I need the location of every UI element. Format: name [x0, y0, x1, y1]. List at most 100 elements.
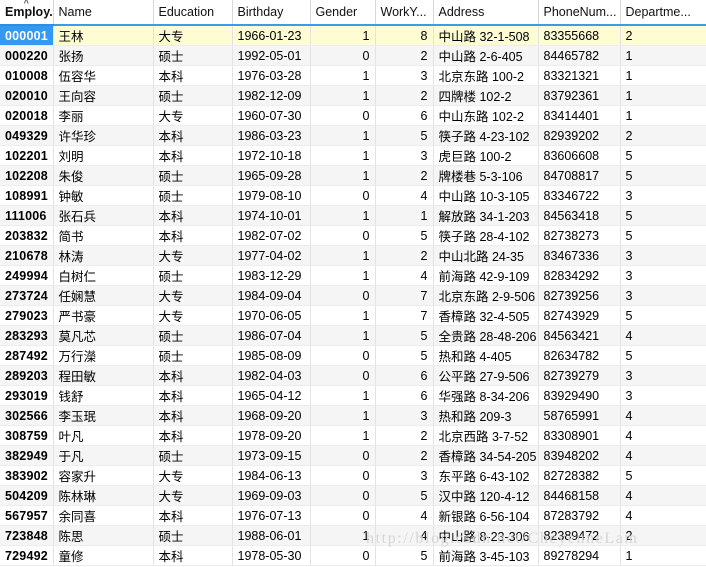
cell-employee_id[interactable]: 102201	[0, 145, 54, 166]
cell-gender[interactable]: 1	[310, 125, 376, 146]
cell-employee_id[interactable]: 302566	[0, 405, 54, 426]
cell-employee_id[interactable]: 203832	[0, 225, 54, 246]
cell-phone[interactable]: 82739256	[538, 285, 621, 306]
cell-department[interactable]: 5	[620, 305, 706, 326]
cell-phone[interactable]: 83606608	[538, 145, 621, 166]
cell-employee_id[interactable]: 000220	[0, 45, 54, 66]
table-row[interactable]: 102201 刘明 本科 1972-10-18 1 3 虎巨路 100-2 83606608 5	[0, 145, 706, 166]
data-grid[interactable]: ^Employ... Name Education Birthday Gender Wor…	[0, 0, 706, 567]
cell-birthday[interactable]: 1966-01-23	[232, 25, 311, 46]
cell-gender[interactable]: 1	[310, 205, 376, 226]
cell-name[interactable]: 叶凡	[53, 425, 154, 446]
cell-workyear[interactable]: 3	[375, 65, 434, 86]
cell-gender[interactable]: 1	[310, 325, 376, 346]
cell-workyear[interactable]: 2	[375, 445, 434, 466]
cell-birthday[interactable]: 1983-12-29	[232, 265, 311, 286]
cell-address[interactable]: 北京东路 2-9-506	[433, 285, 539, 306]
cell-phone[interactable]: 82743929	[538, 305, 621, 326]
table-row[interactable]: 203832 简书 本科 1982-07-02 0 5 筷子路 28-4-102 827382…	[0, 225, 706, 246]
cell-workyear[interactable]: 5	[375, 485, 434, 506]
cell-phone[interactable]: 82389472	[538, 525, 621, 546]
cell-employee_id[interactable]: 382949	[0, 445, 54, 466]
cell-department[interactable]: 3	[620, 365, 706, 386]
cell-birthday[interactable]: 1973-09-15	[232, 445, 311, 466]
cell-birthday[interactable]: 1992-05-01	[232, 45, 311, 66]
cell-department[interactable]: 4	[620, 485, 706, 506]
cell-workyear[interactable]: 6	[375, 385, 434, 406]
cell-address[interactable]: 中山路 10-3-105	[433, 185, 539, 206]
cell-education[interactable]: 硕士	[153, 185, 233, 206]
cell-birthday[interactable]: 1986-03-23	[232, 125, 311, 146]
table-row[interactable]: 723848 陈思 硕士 1988-06-01 1 4 中山路 8-23-306 823894…	[0, 525, 706, 546]
cell-phone[interactable]: 84563421	[538, 325, 621, 346]
cell-workyear[interactable]: 1	[375, 205, 434, 226]
cell-phone[interactable]: 84468158	[538, 485, 621, 506]
cell-birthday[interactable]: 1978-05-30	[232, 545, 311, 566]
cell-address[interactable]: 热和路 4-405	[433, 345, 539, 366]
cell-gender[interactable]: 1	[310, 385, 376, 406]
cell-department[interactable]: 1	[620, 45, 706, 66]
cell-workyear[interactable]: 4	[375, 525, 434, 546]
cell-gender[interactable]: 1	[310, 425, 376, 446]
cell-phone[interactable]: 89278294	[538, 545, 621, 566]
cell-education[interactable]: 硕士	[153, 45, 233, 66]
cell-department[interactable]: 4	[620, 405, 706, 426]
cell-employee_id[interactable]: 308759	[0, 425, 54, 446]
cell-workyear[interactable]: 3	[375, 405, 434, 426]
cell-birthday[interactable]: 1968-09-20	[232, 405, 311, 426]
cell-name[interactable]: 刘明	[53, 145, 154, 166]
cell-department[interactable]: 3	[620, 265, 706, 286]
table-row[interactable]: 020010 王向容 硕士 1982-12-09 1 2 四牌楼 102-2 83792361…	[0, 85, 706, 106]
cell-name[interactable]: 容家升	[53, 465, 154, 486]
cell-birthday[interactable]: 1986-07-04	[232, 325, 311, 346]
cell-birthday[interactable]: 1969-09-03	[232, 485, 311, 506]
cell-gender[interactable]: 0	[310, 105, 376, 126]
cell-address[interactable]: 香樟路 34-54-205	[433, 445, 539, 466]
cell-workyear[interactable]: 5	[375, 545, 434, 566]
cell-name[interactable]: 白树仁	[53, 265, 154, 286]
cell-employee_id[interactable]: 283293	[0, 325, 54, 346]
cell-phone[interactable]: 83355668	[538, 25, 621, 46]
cell-address[interactable]: 前海路 3-45-103	[433, 545, 539, 566]
table-row[interactable]: 000220 张扬 硕士 1992-05-01 0 2 中山路 2-6-405 8446578…	[0, 45, 706, 66]
cell-phone[interactable]: 84563418	[538, 205, 621, 226]
cell-address[interactable]: 公平路 27-9-506	[433, 365, 539, 386]
cell-birthday[interactable]: 1984-06-13	[232, 465, 311, 486]
cell-department[interactable]: 3	[620, 385, 706, 406]
cell-employee_id[interactable]: 249994	[0, 265, 54, 286]
cell-address[interactable]: 华强路 8-34-206	[433, 385, 539, 406]
cell-name[interactable]: 童修	[53, 545, 154, 566]
cell-education[interactable]: 大专	[153, 245, 233, 266]
cell-education[interactable]: 大专	[153, 305, 233, 326]
cell-phone[interactable]: 83346722	[538, 185, 621, 206]
table-row[interactable]: 504209 陈林琳 大专 1969-09-03 0 5 汉中路 120-4-12 84468…	[0, 485, 706, 506]
cell-phone[interactable]: 82634782	[538, 345, 621, 366]
cell-name[interactable]: 任娴慧	[53, 285, 154, 306]
table-row[interactable]: 108991 钟敏 硕士 1979-08-10 0 4 中山路 10-3-105 833467…	[0, 185, 706, 206]
cell-gender[interactable]: 0	[310, 225, 376, 246]
cell-workyear[interactable]: 6	[375, 365, 434, 386]
cell-employee_id[interactable]: 049329	[0, 125, 54, 146]
cell-department[interactable]: 1	[620, 85, 706, 106]
cell-workyear[interactable]: 2	[375, 245, 434, 266]
cell-department[interactable]: 4	[620, 325, 706, 346]
cell-birthday[interactable]: 1978-09-20	[232, 425, 311, 446]
cell-name[interactable]: 许华珍	[53, 125, 154, 146]
cell-department[interactable]: 3	[620, 185, 706, 206]
cell-gender[interactable]: 0	[310, 365, 376, 386]
cell-birthday[interactable]: 1970-06-05	[232, 305, 311, 326]
cell-gender[interactable]: 0	[310, 485, 376, 506]
table-row[interactable]: 729492 童修 本科 1978-05-30 0 5 前海路 3-45-103 892782…	[0, 545, 706, 566]
cell-department[interactable]: 5	[620, 165, 706, 186]
table-row[interactable]: 020018 李丽 大专 1960-07-30 0 6 中山东路 102-2 83414401…	[0, 105, 706, 126]
cell-department[interactable]: 4	[620, 445, 706, 466]
cell-name[interactable]: 李玉珉	[53, 405, 154, 426]
table-row[interactable]: 308759 叶凡 本科 1978-09-20 1 2 北京西路 3-7-52 8330890…	[0, 425, 706, 446]
cell-education[interactable]: 硕士	[153, 325, 233, 346]
cell-workyear[interactable]: 8	[375, 25, 434, 46]
table-row[interactable]: 102208 朱俊 硕士 1965-09-28 1 2 牌楼巷 5-3-106 8470881…	[0, 165, 706, 186]
column-header-phone[interactable]: PhoneNum...	[538, 0, 621, 26]
cell-education[interactable]: 本科	[153, 545, 233, 566]
cell-name[interactable]: 万行濚	[53, 345, 154, 366]
cell-education[interactable]: 硕士	[153, 525, 233, 546]
